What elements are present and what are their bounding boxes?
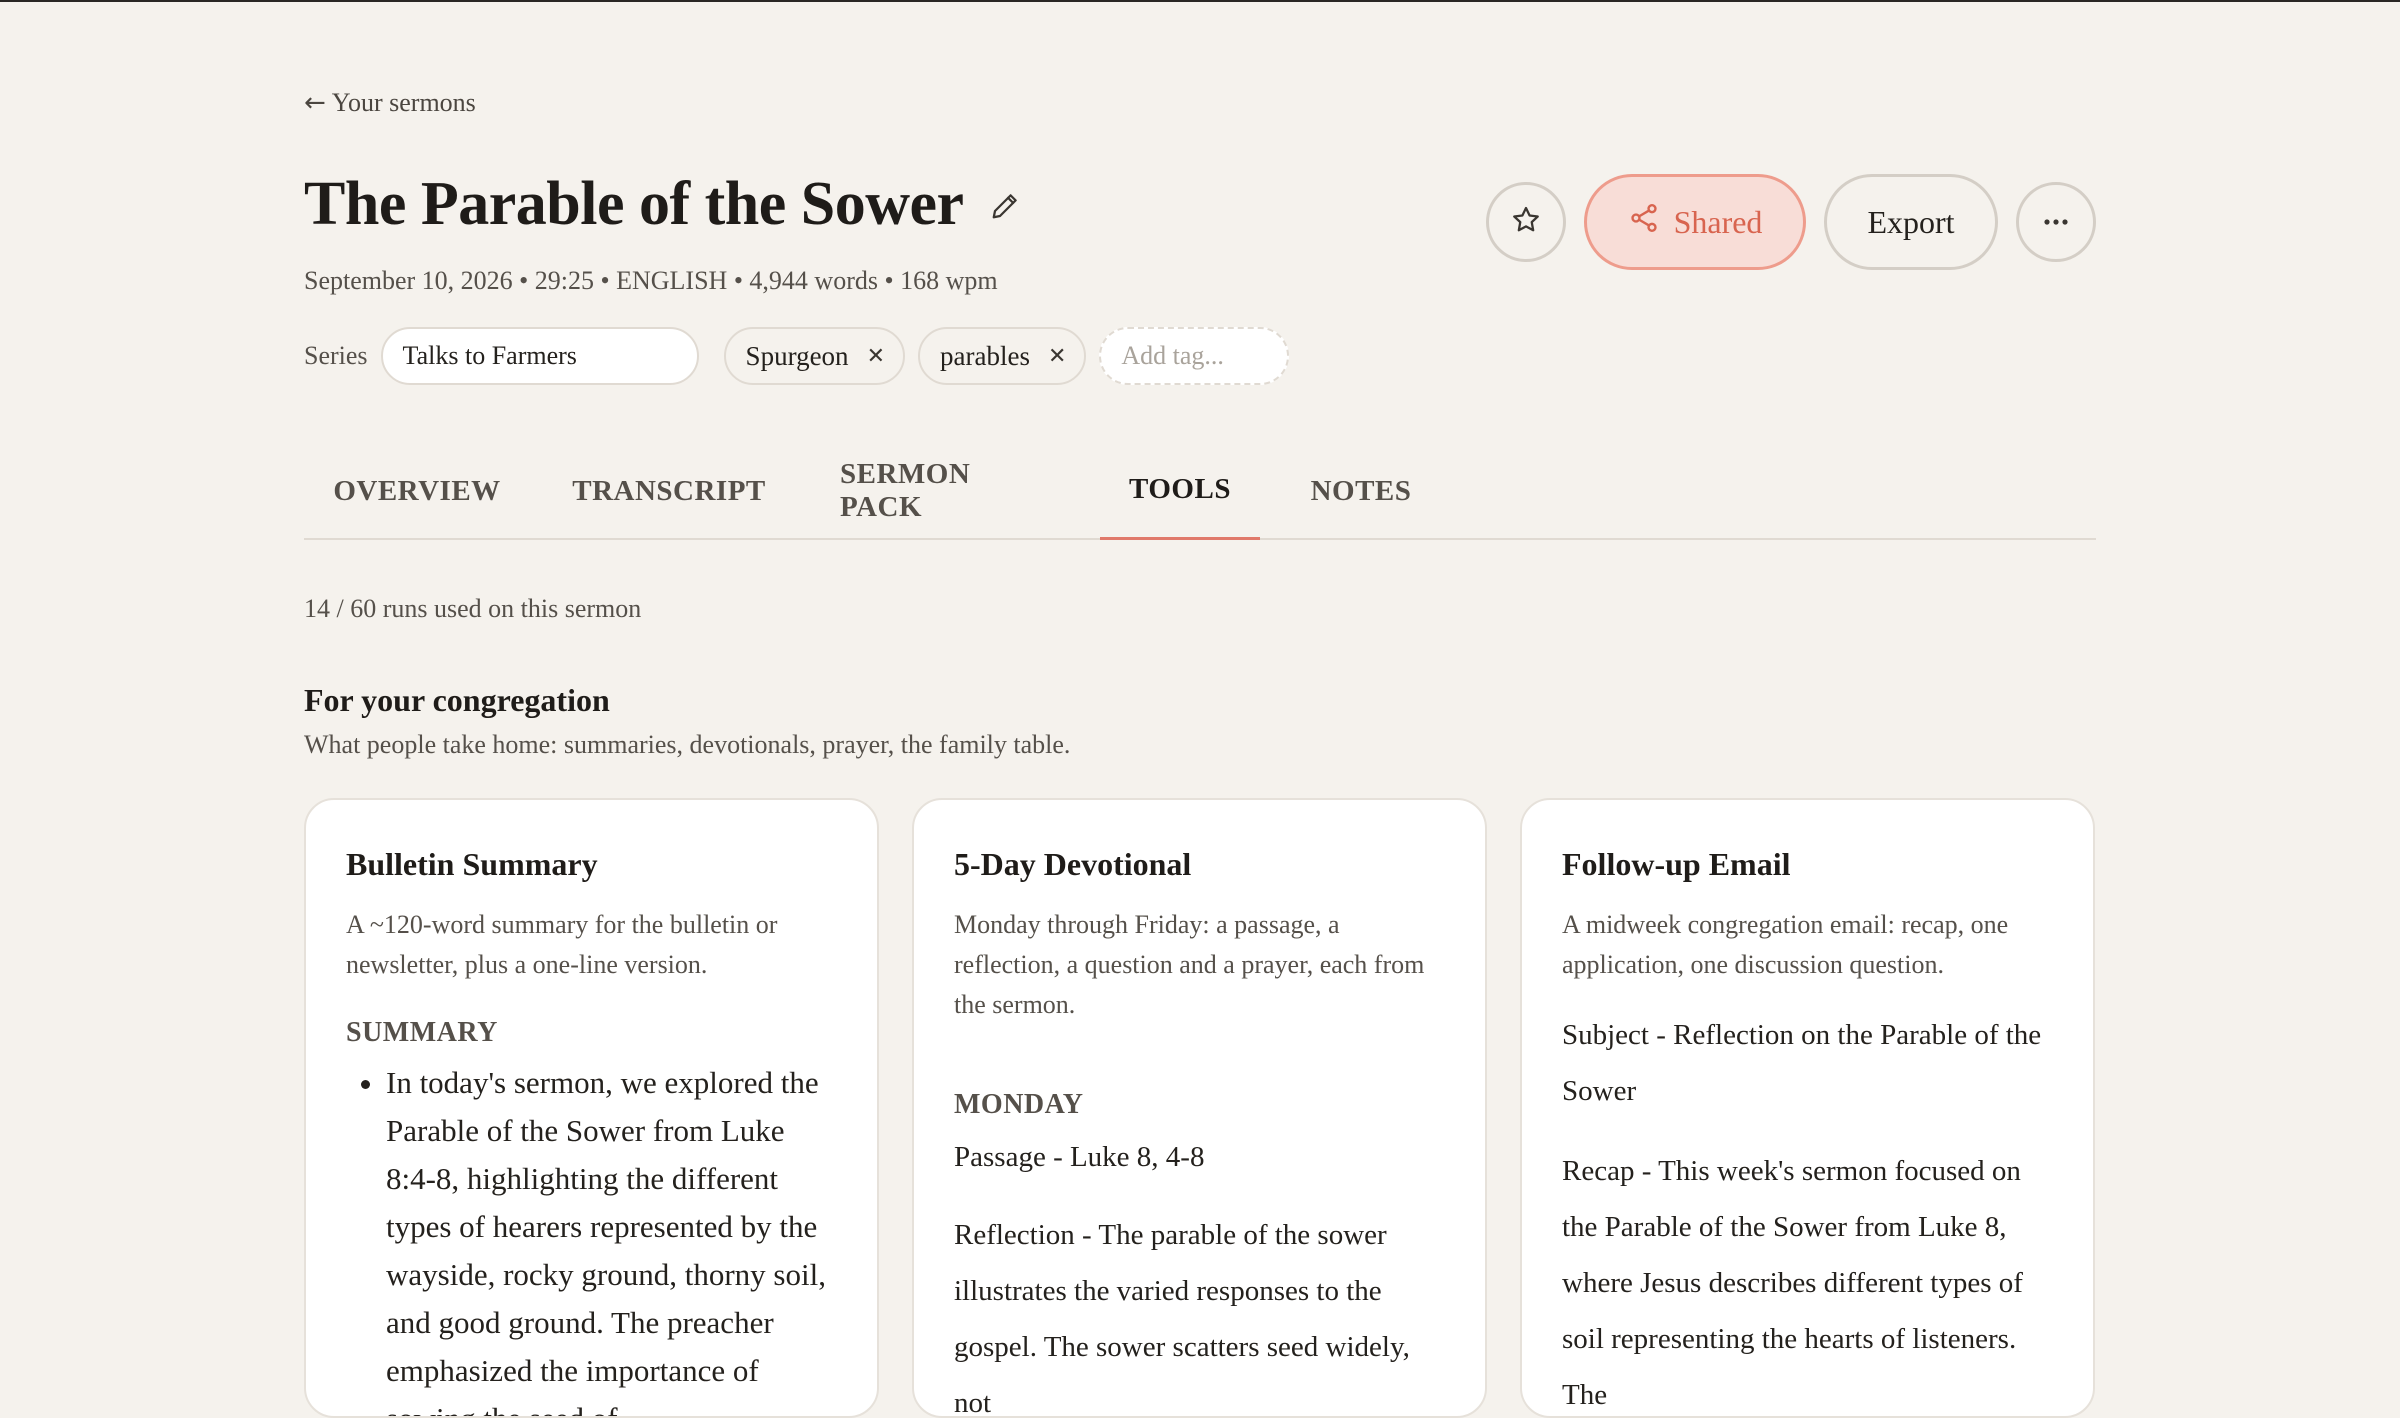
tab-transcript[interactable]: TRANSCRIPT xyxy=(570,442,768,540)
five-day-devotional-card[interactable]: 5-Day Devotional Monday through Friday: … xyxy=(912,798,1487,1418)
card-section-label: MONDAY xyxy=(954,1089,1084,1120)
card-title: Bulletin Summary xyxy=(346,846,598,882)
summary-list: In today's sermon, we explored the Parab… xyxy=(346,1059,837,1416)
title-row: The Parable of the Sower xyxy=(304,170,1022,238)
bulletin-summary-card[interactable]: Bulletin Summary A ~120-word summary for… xyxy=(304,798,879,1418)
tag-chip: Spurgeon ✕ xyxy=(723,327,905,385)
page-title: The Parable of the Sower xyxy=(304,170,964,238)
favorite-button[interactable] xyxy=(1486,182,1566,262)
back-arrow-icon: ← xyxy=(304,88,326,118)
section-subtitle: What people take home: summaries, devoti… xyxy=(304,730,1071,759)
shared-button[interactable]: Shared xyxy=(1584,174,1806,270)
tab-overview[interactable]: OVERVIEW xyxy=(333,442,500,540)
tag-chip: parables ✕ xyxy=(918,327,1087,385)
back-to-sermons-link[interactable]: ← Your sermons xyxy=(304,88,476,118)
more-icon xyxy=(2042,213,2070,231)
email-recap: Recap - This week's sermon focused on th… xyxy=(1562,1155,2023,1411)
sermon-page: ← Your sermons The Parable of the Sower … xyxy=(304,2,2096,1418)
tag-label: parables xyxy=(940,340,1030,371)
card-title: 5-Day Devotional xyxy=(954,846,1192,882)
email-subject: Subject - Reflection on the Parable of t… xyxy=(1562,1019,2042,1107)
series-and-tags: Series Talks to Farmers Spurgeon ✕ parab… xyxy=(304,326,1290,386)
section-title: For your congregation xyxy=(304,682,610,718)
card-description: A ~120-word summary for the bulletin or … xyxy=(346,910,778,979)
back-link-label: Your sermons xyxy=(331,88,476,117)
star-icon xyxy=(1510,204,1542,241)
share-icon xyxy=(1628,202,1660,242)
card-section-label: SUMMARY xyxy=(346,1017,498,1048)
remove-tag-icon[interactable]: ✕ xyxy=(867,344,885,369)
more-options-button[interactable] xyxy=(2016,182,2096,262)
card-title: Follow-up Email xyxy=(1562,846,1791,882)
sermon-meta: September 10, 2026 • 29:25 • ENGLISH • 4… xyxy=(304,266,998,295)
add-tag-input[interactable]: Add tag... xyxy=(1099,327,1290,385)
card-description: Monday through Friday: a passage, a refl… xyxy=(954,910,1425,1019)
follow-up-email-card[interactable]: Follow-up Email A midweek congregation e… xyxy=(1520,798,2095,1418)
tag-label: Spurgeon xyxy=(745,340,849,371)
tool-cards: Bulletin Summary A ~120-word summary for… xyxy=(304,798,2096,1418)
pencil-icon[interactable] xyxy=(988,189,1022,223)
devotional-passage: Passage - Luke 8, 4-8 xyxy=(954,1141,1205,1173)
export-button[interactable]: Export xyxy=(1824,174,1998,270)
card-description: A midweek congregation email: recap, one… xyxy=(1562,910,2009,979)
tab-sermon-pack[interactable]: SERMON PACK xyxy=(840,442,1058,540)
runs-usage: 14 / 60 runs used on this sermon xyxy=(304,594,642,623)
shared-label: Shared xyxy=(1673,203,1763,240)
list-item: In today's sermon, we explored the Parab… xyxy=(386,1059,837,1416)
tab-bar: OVERVIEW TRANSCRIPT SERMON PACK TOOLS NO… xyxy=(304,442,2096,540)
series-input[interactable]: Talks to Farmers xyxy=(380,327,699,385)
devotional-reflection: Reflection - The parable of the sower il… xyxy=(954,1219,1410,1418)
tab-notes[interactable]: NOTES xyxy=(1306,442,1416,540)
sermon-actions: Shared Export xyxy=(1486,174,2096,270)
tab-tools[interactable]: TOOLS xyxy=(1100,442,1260,540)
series-label: Series xyxy=(304,341,368,370)
remove-tag-icon[interactable]: ✕ xyxy=(1048,344,1066,369)
